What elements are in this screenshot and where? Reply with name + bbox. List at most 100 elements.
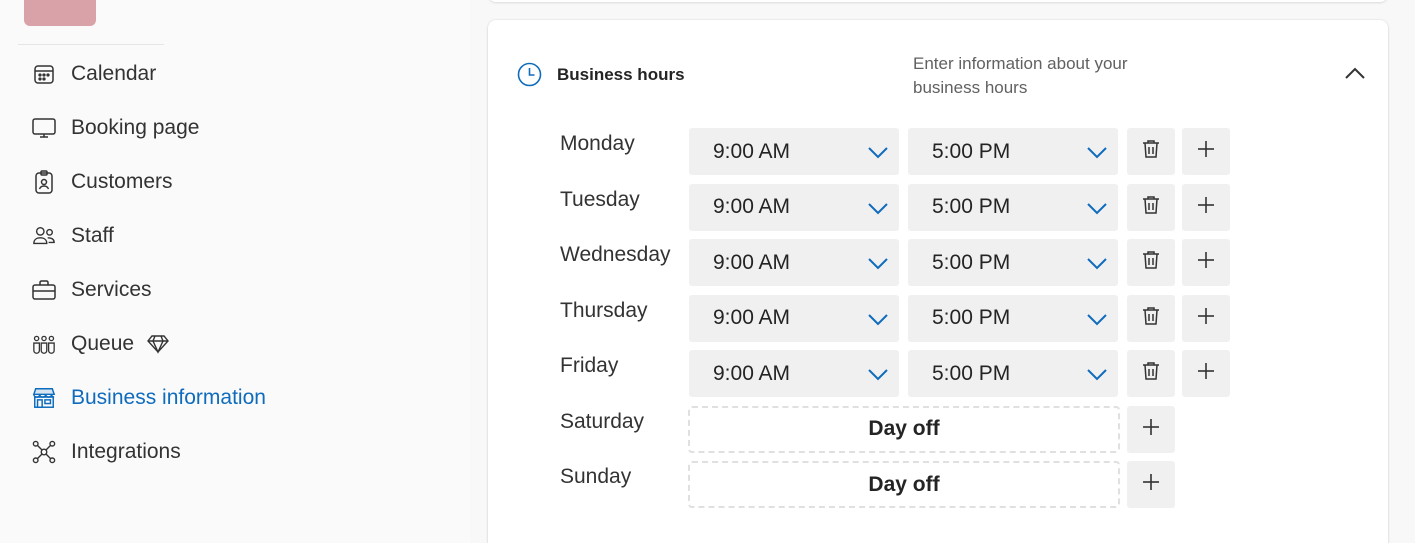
sidebar-item-staff[interactable]: Staff	[0, 209, 470, 263]
hours-row-saturday: Saturday Day off	[488, 405, 1388, 462]
chevron-down-icon	[867, 308, 889, 336]
collapse-button[interactable]	[1342, 62, 1368, 88]
sidebar-item-label: Customers	[71, 170, 173, 193]
sidebar-item-label: Queue	[71, 332, 135, 355]
plus-icon	[1197, 307, 1215, 330]
previous-section-card	[488, 0, 1388, 2]
sidebar-item-queue[interactable]: Queue	[0, 317, 470, 371]
end-time-select[interactable]: 5:00 PM	[908, 350, 1118, 397]
business-hours-header[interactable]: Business hours Enter information about y…	[488, 20, 1388, 120]
section-description: Enter information about your business ho…	[913, 54, 1128, 97]
clock-icon	[517, 62, 542, 87]
chevron-down-icon	[867, 252, 889, 280]
delete-hours-button[interactable]	[1127, 239, 1175, 286]
plus-icon	[1197, 196, 1215, 219]
hours-row-wednesday: Wednesday 9:00 AM 5:00 PM	[488, 239, 1388, 295]
start-time-select[interactable]: 9:00 AM	[689, 183, 899, 231]
sidebar-item-label: Staff	[71, 224, 114, 247]
day-off-field[interactable]: Day off	[688, 461, 1120, 508]
day-label: Sunday	[560, 465, 632, 488]
delete-hours-button[interactable]	[1127, 128, 1175, 175]
day-label: Saturday	[560, 409, 645, 433]
start-time-value: 9:00 AM	[713, 306, 791, 329]
start-time-select[interactable]: 9:00 AM	[689, 239, 899, 286]
day-label: Thursday	[560, 298, 648, 322]
section-title: Business hours	[557, 65, 685, 84]
hours-row-sunday: Sunday Day off	[488, 461, 1388, 517]
sidebar: Calendar Booking page Customers Staff Se	[0, 0, 470, 543]
sidebar-item-services[interactable]: Services	[0, 263, 470, 317]
add-hours-button[interactable]	[1127, 461, 1175, 508]
add-hours-button[interactable]	[1127, 405, 1175, 453]
end-time-value: 5:00 PM	[932, 195, 1011, 218]
plus-icon	[1142, 418, 1160, 441]
start-time-value: 9:00 AM	[713, 139, 791, 163]
plus-icon	[1197, 251, 1215, 274]
briefcase-icon	[32, 278, 56, 302]
end-time-value: 5:00 PM	[932, 250, 1011, 274]
hours-row-friday: Friday 9:00 AM 5:00 PM	[488, 350, 1388, 406]
calendar-icon	[32, 62, 56, 86]
end-time-value: 5:00 PM	[932, 361, 1011, 385]
start-time-value: 9:00 AM	[713, 361, 791, 385]
business-hours-list: Monday 9:00 AM 5:00 PM Tuesday 9:00 AM 5…	[488, 128, 1388, 517]
chevron-down-icon	[1086, 252, 1108, 280]
chevron-down-icon	[867, 197, 889, 225]
chevron-up-icon	[1344, 66, 1366, 85]
sidebar-item-label: Booking page	[71, 116, 200, 139]
people-queue-icon	[32, 332, 56, 356]
add-hours-button[interactable]	[1182, 128, 1230, 175]
start-time-select[interactable]: 9:00 AM	[689, 294, 899, 342]
chevron-down-icon	[867, 141, 889, 169]
plus-icon	[1142, 473, 1160, 496]
start-time-value: 9:00 AM	[713, 250, 791, 274]
sidebar-nav: Calendar Booking page Customers Staff Se	[0, 47, 470, 479]
delete-hours-button[interactable]	[1127, 183, 1175, 231]
network-icon	[32, 440, 56, 464]
chevron-down-icon	[1086, 308, 1108, 336]
sidebar-item-business-information[interactable]: Business information	[0, 371, 470, 425]
add-hours-button[interactable]	[1182, 350, 1230, 397]
end-time-select[interactable]: 5:00 PM	[908, 239, 1118, 286]
end-time-value: 5:00 PM	[932, 306, 1011, 329]
sidebar-item-customers[interactable]: Customers	[0, 155, 470, 209]
sidebar-item-calendar[interactable]: Calendar	[0, 47, 470, 101]
badge-icon	[32, 170, 56, 194]
sidebar-item-booking-page[interactable]: Booking page	[0, 101, 470, 155]
delete-hours-button[interactable]	[1127, 294, 1175, 342]
day-label: Tuesday	[560, 187, 640, 211]
hours-row-monday: Monday 9:00 AM 5:00 PM	[488, 128, 1388, 184]
sidebar-divider	[18, 44, 164, 45]
sidebar-item-integrations[interactable]: Integrations	[0, 425, 470, 479]
end-time-select[interactable]: 5:00 PM	[908, 294, 1118, 342]
trash-icon	[1142, 306, 1160, 331]
plus-icon	[1197, 362, 1215, 385]
sidebar-item-label: Business information	[71, 386, 266, 409]
add-hours-button[interactable]	[1182, 183, 1230, 231]
business-hours-card: Business hours Enter information about y…	[488, 20, 1388, 543]
business-logo[interactable]	[24, 0, 96, 26]
sidebar-item-label: Calendar	[71, 62, 157, 85]
start-time-select[interactable]: 9:00 AM	[689, 128, 899, 175]
end-time-select[interactable]: 5:00 PM	[908, 183, 1118, 231]
plus-icon	[1197, 140, 1215, 163]
chevron-down-icon	[1086, 197, 1108, 225]
start-time-select[interactable]: 9:00 AM	[689, 350, 899, 397]
delete-hours-button[interactable]	[1127, 350, 1175, 397]
end-time-value: 5:00 PM	[932, 139, 1011, 163]
start-time-value: 9:00 AM	[713, 195, 791, 218]
add-hours-button[interactable]	[1182, 294, 1230, 342]
hours-row-thursday: Thursday 9:00 AM 5:00 PM	[488, 294, 1388, 351]
day-off-field[interactable]: Day off	[688, 405, 1120, 453]
sidebar-item-label: Services	[71, 278, 152, 301]
trash-icon	[1142, 361, 1160, 386]
monitor-icon	[32, 116, 56, 140]
hours-row-tuesday: Tuesday 9:00 AM 5:00 PM	[488, 183, 1388, 240]
trash-icon	[1142, 195, 1160, 220]
sidebar-item-label: Integrations	[71, 440, 181, 463]
add-hours-button[interactable]	[1182, 239, 1230, 286]
chevron-down-icon	[867, 363, 889, 391]
trash-icon	[1142, 139, 1160, 164]
end-time-select[interactable]: 5:00 PM	[908, 128, 1118, 175]
storefront-icon	[32, 386, 56, 410]
